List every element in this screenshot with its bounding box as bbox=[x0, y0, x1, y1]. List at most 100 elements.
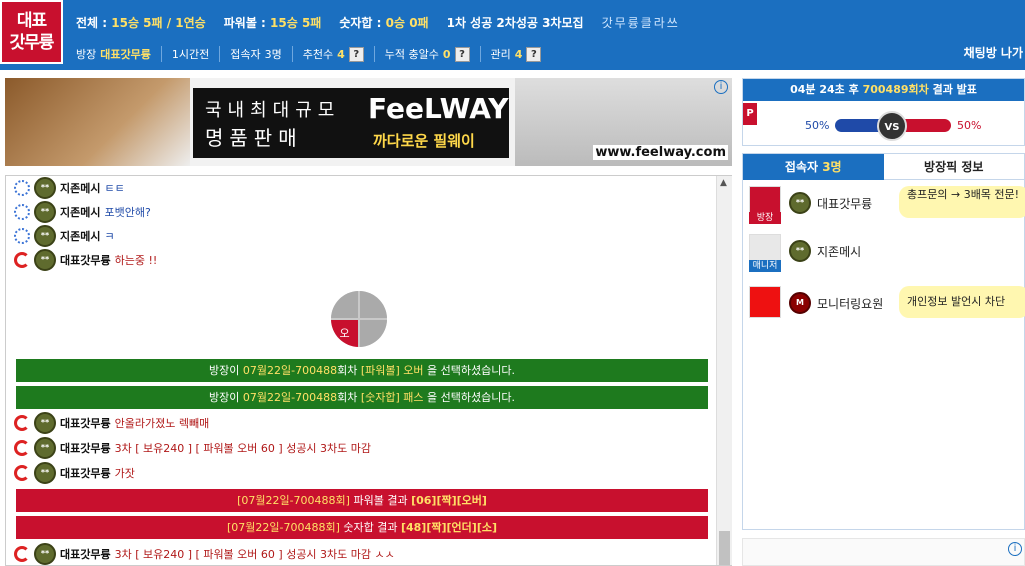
avatar: ** bbox=[34, 543, 56, 565]
recommend-help-button[interactable]: ? bbox=[348, 46, 364, 62]
chat-message: ** 대표갓무륭 3차 [ 보유240 ] [ 파워볼 오버 60 ] 성공시 … bbox=[14, 436, 371, 460]
pie-quadrant bbox=[360, 291, 387, 318]
left-percent: 50% bbox=[805, 119, 830, 132]
avatar: ** bbox=[34, 437, 56, 459]
manage-help-button[interactable]: ? bbox=[526, 46, 542, 62]
message-text: 3차 [ 보유240 ] [ 파워볼 오버 60 ] 성공시 3차도 마감 ㅅㅅ bbox=[114, 548, 395, 561]
chat-scrollbar[interactable]: ▲ bbox=[716, 176, 732, 565]
nickname[interactable]: 지존메시 bbox=[60, 228, 100, 244]
message-text: ㅌㅌ bbox=[104, 182, 125, 195]
avatar: ** bbox=[34, 412, 56, 434]
swirl-icon bbox=[14, 415, 30, 431]
right-percent: 50% bbox=[957, 119, 982, 132]
chat-message: ** 지존메시 ㅌㅌ bbox=[14, 176, 125, 200]
avatar: ** bbox=[789, 192, 811, 214]
pie-quadrant bbox=[331, 291, 358, 318]
avatar: ** bbox=[34, 201, 56, 223]
stat-total: 전체 : 15승 5패 / 1연승 bbox=[76, 15, 206, 30]
chat-message: ** 지존메시 포뱃안해? bbox=[14, 200, 151, 224]
left-vote-bar bbox=[835, 119, 883, 132]
pie-quadrant-selected: 오 bbox=[331, 320, 358, 347]
pick-notice-bar: 방장이 07월22일-700488회차 [파워볼] 오버 을 선택하셨습니다. bbox=[16, 359, 708, 382]
user-name[interactable]: 모니터링요원 bbox=[817, 295, 883, 312]
gear-icon bbox=[14, 228, 30, 244]
pie-quadrant bbox=[360, 320, 387, 347]
avatar: ** bbox=[34, 225, 56, 247]
powerball-tag: P bbox=[743, 103, 757, 125]
nickname[interactable]: 지존메시 bbox=[60, 180, 100, 196]
pick-pie-chart: 오 bbox=[331, 291, 387, 347]
users-tabs: 접속자 3명 방장픽 정보 bbox=[743, 154, 1024, 180]
leave-chatroom-button[interactable]: 채팅방 나가 bbox=[964, 44, 1023, 61]
avatar: M bbox=[789, 292, 811, 314]
tab-users[interactable]: 접속자 3명 bbox=[743, 154, 884, 180]
ad-text-block: 국내최대규모 명품판매 FeeLWAY 까다로운 필웨이 bbox=[193, 88, 509, 158]
users-count: 접속자 3명 bbox=[219, 46, 292, 62]
nickname[interactable]: 대표갓무륭 bbox=[60, 415, 111, 431]
vs-badge: VS bbox=[877, 111, 907, 141]
gift-help-button[interactable]: ? bbox=[454, 46, 470, 62]
logo-text-1: 대표 bbox=[16, 11, 47, 31]
pick-notice-bar: 방장이 07월22일-700488회차 [숫자합] 패스 을 선택하셨습니다. bbox=[16, 386, 708, 409]
message-text: 안올라가졌노 렉빼매 bbox=[114, 417, 210, 430]
manage: 관리 4 ? bbox=[479, 46, 552, 62]
user-status-bubble: 총프문의 → 3배목 전문! bbox=[899, 186, 1025, 218]
swirl-icon bbox=[14, 252, 30, 268]
stats-row: 전체 : 15승 5패 / 1연승 파워볼 : 15승 5패 숫자합 : 0승 … bbox=[76, 12, 680, 32]
user-row[interactable]: 방장 ** 대표갓무륭 총프문의 → 3배목 전문! bbox=[749, 186, 1025, 224]
avatar: ** bbox=[34, 177, 56, 199]
chat-message: ** 대표갓무륭 안올라가졌노 렉빼매 bbox=[14, 411, 209, 435]
ad-line1: 국내최대규모 bbox=[205, 100, 341, 121]
message-text: 3차 [ 보유240 ] [ 파워볼 오버 60 ] 성공시 3차도 마감 bbox=[114, 442, 372, 455]
scroll-up-icon[interactable]: ▲ bbox=[720, 178, 727, 188]
result-bar: [07월22일-700488회] 파워볼 결과 [06][짝][오버] bbox=[16, 489, 708, 512]
nickname[interactable]: 대표갓무륭 bbox=[60, 465, 111, 481]
user-name[interactable]: 지존메시 bbox=[817, 243, 861, 260]
role-badge: 방장 bbox=[749, 212, 781, 224]
user-row[interactable]: M 모니터링요원 개인정보 발언시 차단 bbox=[749, 286, 1025, 320]
avatar: ** bbox=[34, 462, 56, 484]
avatar: ** bbox=[789, 240, 811, 262]
user-row[interactable]: 매니저 ** 지존메시 bbox=[749, 234, 1025, 272]
nickname[interactable]: 대표갓무륭 bbox=[60, 546, 111, 562]
room-owner: 방장 대표갓무륭 bbox=[76, 48, 151, 61]
nickname[interactable]: 대표갓무륭 bbox=[60, 252, 111, 268]
ad-info-icon[interactable]: i bbox=[714, 80, 728, 94]
user-status-bubble: 개인정보 발언시 차단 bbox=[899, 286, 1025, 318]
stat-powerball: 파워볼 : 15승 5패 bbox=[223, 15, 322, 30]
user-name[interactable]: 대표갓무륭 bbox=[817, 195, 872, 212]
tab-owner-pick-info[interactable]: 방장픽 정보 bbox=[883, 154, 1024, 180]
site-logo[interactable]: 대표 갓무륭 bbox=[0, 0, 63, 64]
chat-log: ** 지존메시 ㅌㅌ ** 지존메시 포뱃안해? ** 지존메시 ㅋ ** 대표… bbox=[5, 175, 732, 566]
result-bar: [07월22일-700488회] 숫자합 결과 [48][짝][언더][소] bbox=[16, 516, 708, 539]
room-info-row: 방장 대표갓무륭 1시간전 접속자 3명 추천수 4 ? 누적 충알수 0 ? … bbox=[76, 44, 551, 64]
bottom-ad-banner[interactable]: i bbox=[742, 538, 1025, 566]
swirl-icon bbox=[14, 546, 30, 562]
gear-icon bbox=[14, 180, 30, 196]
chat-message: ** 지존메시 ㅋ bbox=[14, 224, 115, 248]
nickname[interactable]: 대표갓무륭 bbox=[60, 440, 111, 456]
club-text: 갓무륭클라쓰 bbox=[601, 15, 680, 30]
top-bar: 대표 갓무륭 전체 : 15승 5패 / 1연승 파워볼 : 15승 5패 숫자… bbox=[0, 0, 1025, 70]
ad-url: www.feelway.com bbox=[593, 145, 728, 160]
recommend: 추천수 4 ? bbox=[291, 46, 374, 62]
nickname[interactable]: 지존메시 bbox=[60, 204, 100, 220]
message-text: ㅋ bbox=[104, 230, 115, 243]
message-text: 가잣 bbox=[114, 467, 135, 480]
message-text: 포뱃안해? bbox=[104, 206, 151, 219]
ad-line2: 명품판매 bbox=[205, 126, 303, 150]
gear-icon bbox=[14, 204, 30, 220]
chat-message: ** 대표갓무륭 가잣 bbox=[14, 461, 135, 485]
chat-message: ** 대표갓무륭 3차 [ 보유240 ] [ 파워볼 오버 60 ] 성공시 … bbox=[14, 542, 395, 565]
ad-bag-image bbox=[5, 78, 190, 166]
logo-text-2: 갓무륭 bbox=[9, 33, 55, 53]
promo-text: 1차 성공 2차성공 3차모집 bbox=[446, 15, 584, 30]
gift: 누적 충알수 0 ? bbox=[373, 46, 480, 62]
avatar: ** bbox=[34, 249, 56, 271]
role-badge: 매니저 bbox=[749, 260, 781, 272]
right-vote-bar bbox=[903, 119, 951, 132]
ad-info-icon[interactable]: i bbox=[1008, 542, 1022, 556]
scroll-thumb[interactable] bbox=[719, 531, 730, 565]
ad-brand: FeeLWAY bbox=[368, 92, 509, 125]
top-ad-banner[interactable]: 국내최대규모 명품판매 FeeLWAY 까다로운 필웨이 www.feelway… bbox=[5, 78, 732, 166]
